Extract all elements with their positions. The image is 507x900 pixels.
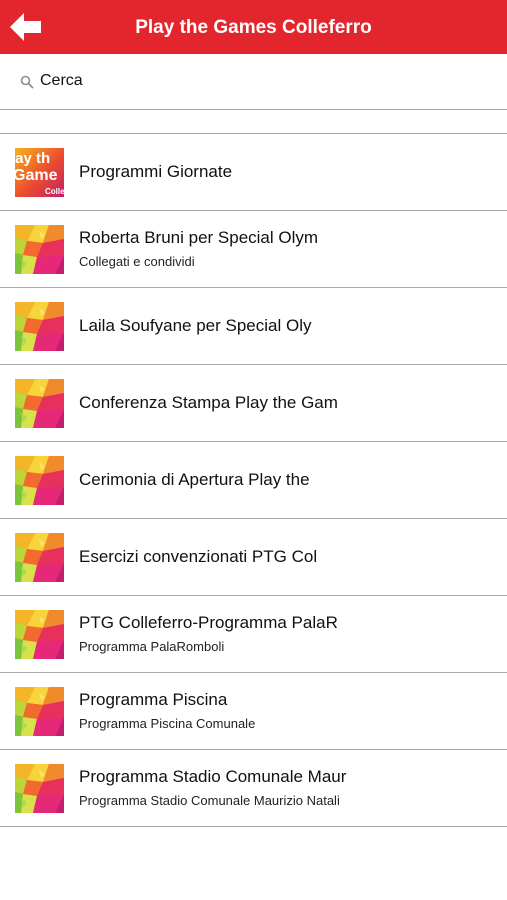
list-item[interactable]: PTG Colleferro-Programma PalaR Programma …	[0, 596, 507, 673]
list-item-text: Laila Soufyane per Special Oly	[79, 288, 497, 364]
thumb-line-1: lay th	[15, 150, 50, 167]
search-bar	[0, 54, 507, 110]
list-item-subtitle: Programma Piscina Comunale	[79, 716, 256, 731]
list-item-title: PTG Colleferro-Programma PalaR	[79, 613, 338, 632]
search-input[interactable]	[40, 66, 480, 96]
list-item-title: Conferenza Stampa Play the Gam	[79, 393, 338, 412]
list-item[interactable]: lay th Game Colle Programmi Giornate	[0, 134, 507, 211]
ptg-logo-thumbnail: lay th Game Colle	[15, 148, 64, 197]
list-item-text: Conferenza Stampa Play the Gam	[79, 365, 497, 441]
list-item[interactable]: Programma Stadio Comunale Maur Programma …	[0, 750, 507, 827]
items-list: lay th Game Colle Programmi Giornate Rob…	[0, 134, 507, 827]
list-item-title: Programmi Giornate	[79, 162, 233, 181]
list-item-text: Roberta Bruni per Special Olym Collegati …	[79, 228, 497, 269]
nav-bar: Play the Games Colleferro	[0, 0, 507, 54]
polygon-thumbnail	[15, 610, 64, 659]
list-item-title: Roberta Bruni per Special Olym	[79, 228, 319, 247]
polygon-thumbnail	[15, 379, 64, 428]
list-item-subtitle: Programma Stadio Comunale Maurizio Natal…	[79, 793, 340, 808]
polygon-thumbnail	[15, 533, 64, 582]
list-item-text: Programma Piscina Programma Piscina Comun…	[79, 690, 497, 731]
list-item[interactable]: Roberta Bruni per Special Olym Collegati …	[0, 211, 507, 288]
list-item[interactable]: Conferenza Stampa Play the Gam	[0, 365, 507, 442]
list-item-title: Programma Stadio Comunale Maur	[79, 767, 347, 786]
list-item-subtitle: Programma PalaRomboli	[79, 639, 225, 654]
list-header-gap	[0, 110, 507, 134]
list-item-title: Cerimonia di Apertura Play the	[79, 470, 310, 489]
list-item-text: Esercizi convenzionati PTG Col	[79, 519, 497, 595]
polygon-thumbnail	[15, 456, 64, 505]
polygon-thumbnail	[15, 225, 64, 274]
thumb-line-2: Game	[15, 167, 58, 184]
polygon-thumbnail	[15, 687, 64, 736]
thumb-line-3: Colle	[45, 187, 64, 196]
list-item-subtitle: Collegati e condividi	[79, 254, 195, 269]
list-item[interactable]: Cerimonia di Apertura Play the	[0, 442, 507, 519]
list-item[interactable]: Laila Soufyane per Special Oly	[0, 288, 507, 365]
search-icon	[20, 75, 34, 89]
list-item-title: Laila Soufyane per Special Oly	[79, 316, 312, 335]
list-item[interactable]: Programma Piscina Programma Piscina Comun…	[0, 673, 507, 750]
list-item-text: Programma Stadio Comunale Maur Programma …	[79, 767, 497, 808]
list-item[interactable]: Esercizi convenzionati PTG Col	[0, 519, 507, 596]
polygon-thumbnail	[15, 302, 64, 351]
list-item-title: Esercizi convenzionati PTG Col	[79, 547, 318, 566]
list-item-text: Programmi Giornate	[79, 134, 497, 210]
list-item-text: PTG Colleferro-Programma PalaR Programma …	[79, 613, 497, 654]
list-item-title: Programma Piscina	[79, 690, 228, 709]
polygon-thumbnail	[15, 764, 64, 813]
list-item-text: Cerimonia di Apertura Play the	[79, 442, 497, 518]
page-title: Play the Games Colleferro	[135, 17, 372, 38]
